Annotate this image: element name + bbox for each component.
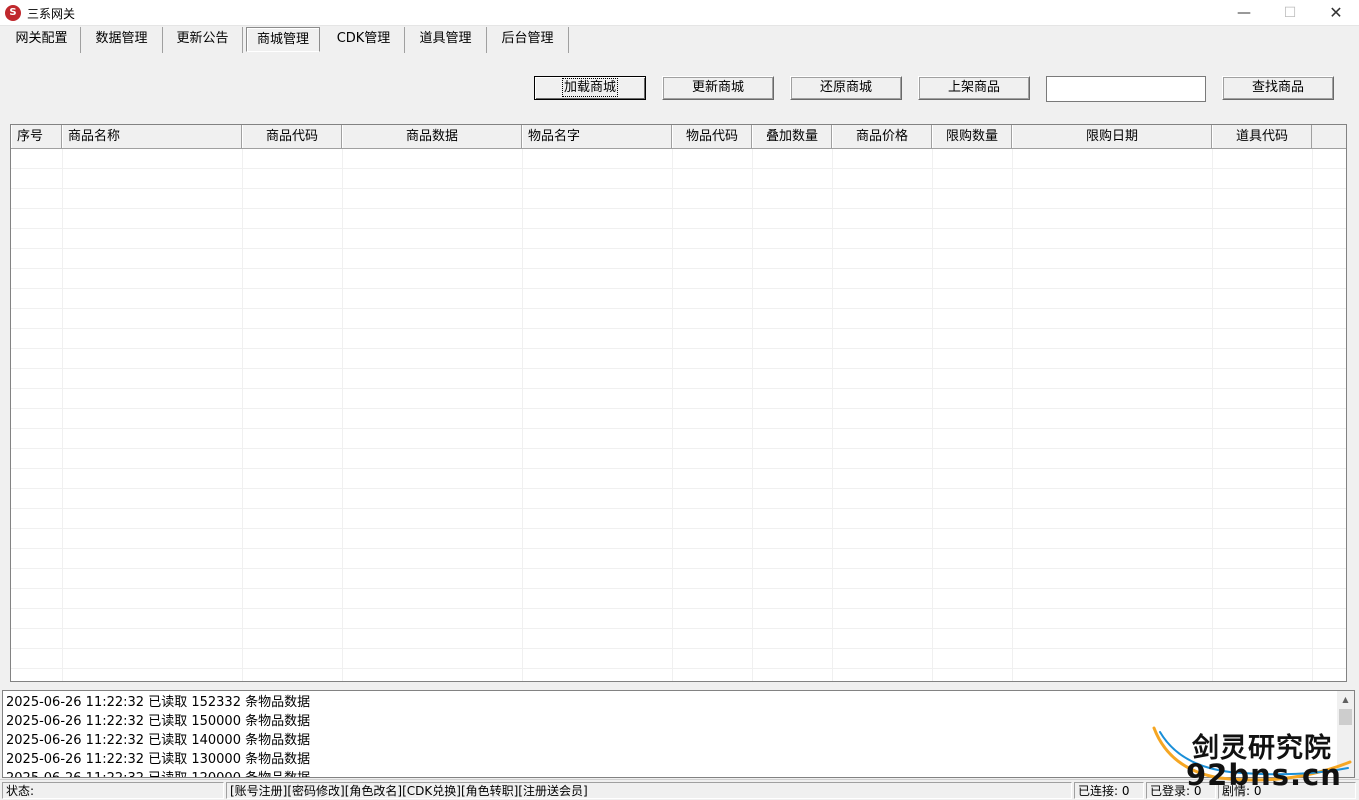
grid-row-line bbox=[11, 628, 1346, 629]
column-header-index[interactable]: 序号 bbox=[11, 125, 62, 148]
column-header-price[interactable]: 商品价格 bbox=[832, 125, 932, 148]
column-header-stack-count[interactable]: 叠加数量 bbox=[752, 125, 832, 148]
minimize-button[interactable]: — bbox=[1221, 0, 1267, 26]
log-line: 2025-06-26 11:22:32 已读取 130000 条物品数据 bbox=[6, 752, 311, 767]
window-title: 三系网关 bbox=[27, 7, 76, 21]
restore-mall-button[interactable]: 还原商城 bbox=[790, 76, 902, 100]
column-header-prop-code[interactable]: 道具代码 bbox=[1212, 125, 1312, 148]
status-extra: 剧情: 0 bbox=[1218, 782, 1356, 799]
grid-row-line bbox=[11, 608, 1346, 609]
grid-row-line bbox=[11, 368, 1346, 369]
grid-column-line bbox=[752, 149, 753, 681]
grid-column-line bbox=[672, 149, 673, 681]
table-header: 序号 商品名称 商品代码 商品数据 物品名字 物品代码 叠加数量 商品价格 限购… bbox=[11, 125, 1346, 149]
column-header-product-code[interactable]: 商品代码 bbox=[242, 125, 342, 148]
grid-column-line bbox=[522, 149, 523, 681]
grid-column-line bbox=[242, 149, 243, 681]
grid-row-line bbox=[11, 488, 1346, 489]
product-table[interactable]: 序号 商品名称 商品代码 商品数据 物品名字 物品代码 叠加数量 商品价格 限购… bbox=[10, 124, 1347, 682]
grid-row-line bbox=[11, 168, 1346, 169]
log-line: 2025-06-26 11:22:32 已读取 152332 条物品数据 bbox=[6, 695, 311, 710]
load-mall-label: 加载商城 bbox=[561, 78, 619, 97]
scroll-thumb[interactable] bbox=[1339, 709, 1352, 725]
grid-row-line bbox=[11, 588, 1346, 589]
grid-row-line bbox=[11, 468, 1346, 469]
find-product-button[interactable]: 查找商品 bbox=[1222, 76, 1334, 100]
log-line: 2025-06-26 11:22:32 已读取 140000 条物品数据 bbox=[6, 733, 311, 748]
grid-row-line bbox=[11, 288, 1346, 289]
grid-column-line bbox=[1212, 149, 1213, 681]
grid-column-line bbox=[1012, 149, 1013, 681]
grid-row-line bbox=[11, 528, 1346, 529]
log-panel[interactable]: 2025-06-26 11:22:32 已读取 152332 条物品数据 202… bbox=[2, 690, 1355, 778]
log-line: 2025-06-26 11:22:32 已读取 120000 条物品数据 bbox=[6, 769, 310, 777]
grid-column-line bbox=[1312, 149, 1313, 681]
maximize-button[interactable]: ☐ bbox=[1267, 0, 1313, 26]
column-header-limit-date[interactable]: 限购日期 bbox=[1012, 125, 1212, 148]
list-product-button[interactable]: 上架商品 bbox=[918, 76, 1030, 100]
grid-row-line bbox=[11, 508, 1346, 509]
table-body[interactable] bbox=[11, 149, 1346, 681]
tab-gateway-config[interactable]: 网关配置 bbox=[3, 27, 81, 53]
tab-cdk-management[interactable]: CDK管理 bbox=[323, 27, 405, 53]
grid-column-line bbox=[932, 149, 933, 681]
grid-row-line bbox=[11, 308, 1346, 309]
grid-row-line bbox=[11, 268, 1346, 269]
status-logged-in: 已登录: 0 bbox=[1146, 782, 1216, 799]
grid-row-line bbox=[11, 248, 1346, 249]
status-features: [账号注册][密码修改][角色改名][CDK兑换][角色转职][注册送会员] bbox=[226, 782, 1072, 799]
grid-row-line bbox=[11, 408, 1346, 409]
grid-row-line bbox=[11, 568, 1346, 569]
grid-row-line bbox=[11, 328, 1346, 329]
grid-column-line bbox=[62, 149, 63, 681]
app-logo-icon: S bbox=[5, 5, 21, 21]
grid-row-line bbox=[11, 548, 1346, 549]
update-mall-button[interactable]: 更新商城 bbox=[662, 76, 774, 100]
log-line: 2025-06-26 11:22:32 已读取 150000 条物品数据 bbox=[6, 714, 311, 729]
column-header-item-code[interactable]: 物品代码 bbox=[672, 125, 752, 148]
column-header-purchase-limit[interactable]: 限购数量 bbox=[932, 125, 1012, 148]
grid-column-line bbox=[832, 149, 833, 681]
tab-data-management[interactable]: 数据管理 bbox=[81, 27, 163, 53]
grid-row-line bbox=[11, 388, 1346, 389]
close-button[interactable]: ✕ bbox=[1313, 0, 1359, 26]
load-mall-button[interactable]: 加载商城 bbox=[534, 76, 646, 100]
status-label: 状态: bbox=[2, 782, 224, 799]
column-header-product-data[interactable]: 商品数据 bbox=[342, 125, 522, 148]
log-scrollbar[interactable]: ▲ bbox=[1337, 691, 1354, 777]
tab-backend-management[interactable]: 后台管理 bbox=[487, 27, 569, 53]
grid-row-line bbox=[11, 648, 1346, 649]
grid-row-line bbox=[11, 188, 1346, 189]
tab-mall-management[interactable]: 商城管理 bbox=[246, 27, 320, 52]
grid-column-line bbox=[342, 149, 343, 681]
status-bar: 状态: [账号注册][密码修改][角色改名][CDK兑换][角色转职][注册送会… bbox=[0, 779, 1359, 800]
status-connected: 已连接: 0 bbox=[1074, 782, 1144, 799]
tab-update-notice[interactable]: 更新公告 bbox=[163, 27, 243, 53]
grid-row-line bbox=[11, 208, 1346, 209]
tab-item-management[interactable]: 道具管理 bbox=[405, 27, 487, 53]
grid-row-line bbox=[11, 668, 1346, 669]
product-search-input[interactable] bbox=[1046, 76, 1206, 102]
grid-row-line bbox=[11, 228, 1346, 229]
column-header-item-name[interactable]: 物品名字 bbox=[522, 125, 672, 148]
grid-row-line bbox=[11, 348, 1346, 349]
scroll-up-icon[interactable]: ▲ bbox=[1337, 691, 1354, 708]
grid-row-line bbox=[11, 428, 1346, 429]
grid-row-line bbox=[11, 448, 1346, 449]
title-bar: S 三系网关 — ☐ ✕ bbox=[0, 0, 1359, 26]
column-header-product-name[interactable]: 商品名称 bbox=[62, 125, 242, 148]
